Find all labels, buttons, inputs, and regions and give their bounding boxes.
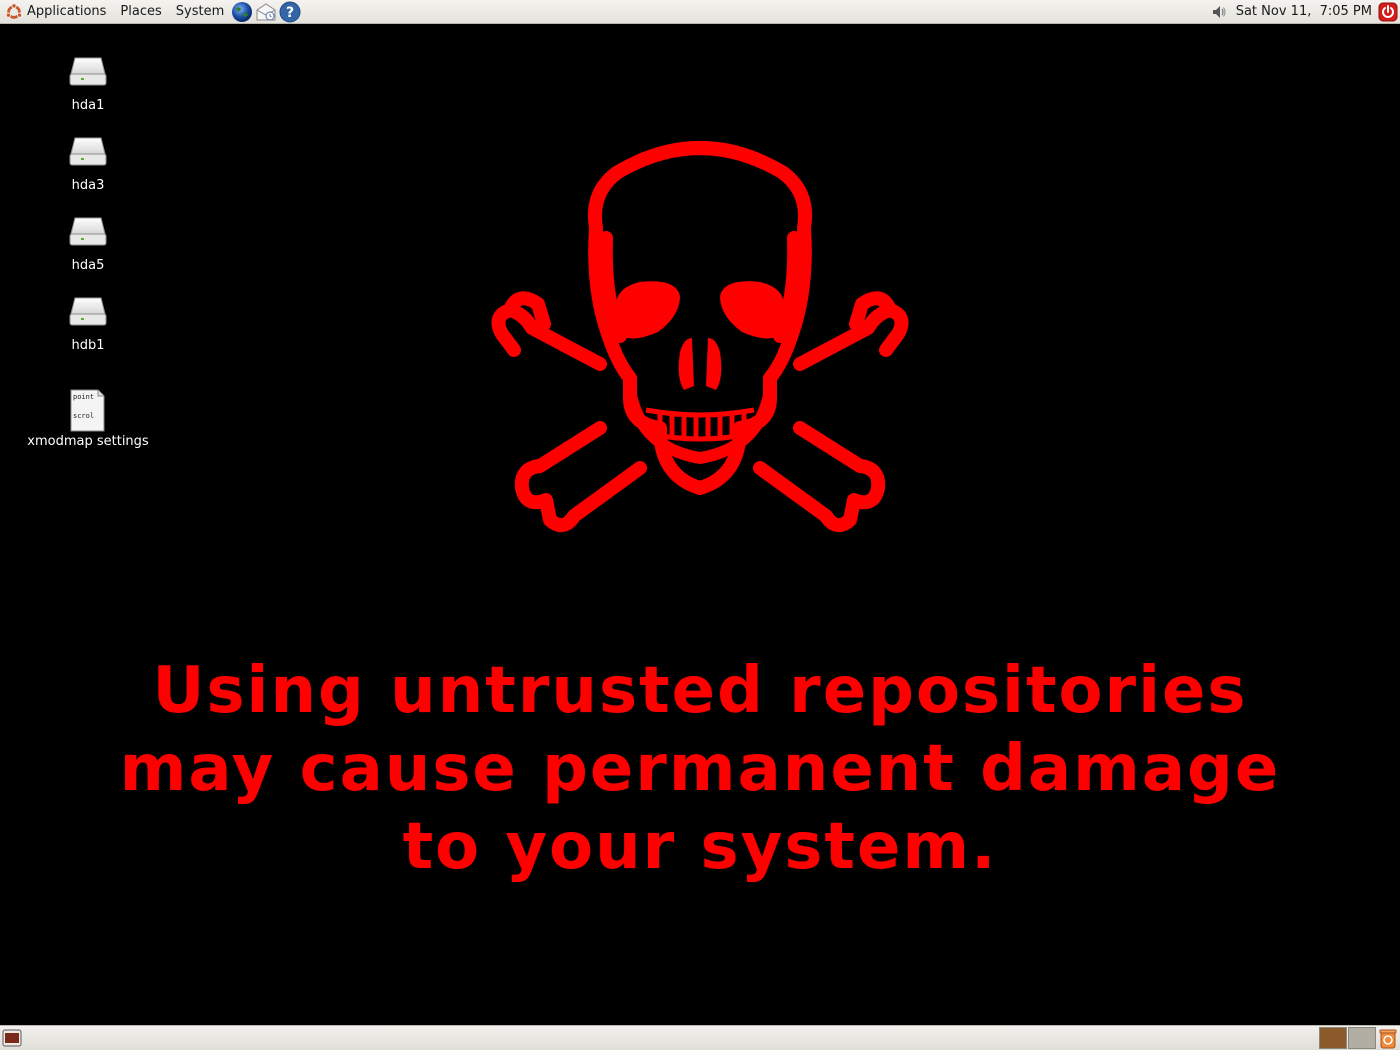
- desktop-icon-label: hda3: [71, 178, 105, 193]
- bottom-panel: [0, 1025, 1400, 1050]
- applications-menu-label: Applications: [27, 3, 107, 19]
- desktop-icon-label: hdb1: [71, 338, 105, 353]
- show-desktop-icon: [2, 1029, 22, 1047]
- drive-icon: [69, 57, 107, 86]
- warning-message: Using untrusted repositories may cause p…: [0, 652, 1400, 886]
- file-preview-line: point: [73, 393, 94, 401]
- workspace-1[interactable]: [1319, 1027, 1347, 1049]
- ubuntu-logo-icon: [5, 2, 23, 19]
- warning-line: to your system.: [402, 810, 998, 884]
- svg-text:?: ?: [286, 5, 294, 21]
- desktop-screen: Applications Places System ? Sat Nov 11,…: [0, 0, 1400, 1050]
- power-icon[interactable]: [1378, 2, 1398, 22]
- workspace-2[interactable]: [1348, 1027, 1376, 1049]
- warning-line: may cause permanent damage: [119, 732, 1281, 806]
- clock[interactable]: Sat Nov 11, 7:05 PM: [1236, 4, 1378, 19]
- trash-icon[interactable]: [1378, 1027, 1398, 1049]
- applications-menu[interactable]: Applications: [0, 0, 113, 24]
- places-menu[interactable]: Places: [113, 0, 168, 24]
- email-client-icon: [256, 2, 276, 20]
- desktop-icon-hda3[interactable]: hda3: [18, 132, 158, 193]
- top-panel: Applications Places System ? Sat Nov 11,…: [0, 0, 1400, 24]
- email-client-launcher[interactable]: [255, 1, 277, 23]
- drive-icon: [69, 297, 107, 326]
- file-preview-line: scrol: [73, 412, 94, 420]
- drive-icon: [69, 217, 107, 246]
- desktop-icon-hda1[interactable]: hda1: [18, 52, 158, 113]
- show-desktop-button[interactable]: [1, 1027, 23, 1049]
- desktop-icon-label: hda5: [71, 258, 105, 273]
- workspace-switcher: [1318, 1027, 1376, 1049]
- help-icon: ?: [279, 1, 301, 22]
- web-browser-launcher[interactable]: [231, 1, 253, 23]
- desktop-icon-label: hda1: [71, 98, 105, 113]
- help-launcher[interactable]: ?: [279, 1, 301, 23]
- volume-icon[interactable]: [1210, 3, 1228, 21]
- web-browser-icon: [232, 1, 253, 22]
- desktop-icon-hdb1[interactable]: hdb1: [18, 292, 158, 353]
- desktop-icon-hda5[interactable]: hda5: [18, 212, 158, 273]
- desktop-icon-xmodmap-settings[interactable]: point scrol xmodmap settings: [18, 388, 158, 449]
- places-menu-label: Places: [120, 3, 162, 19]
- system-menu[interactable]: System: [169, 0, 231, 24]
- warning-line: Using untrusted repositories: [152, 654, 1248, 728]
- desktop-icon-label: xmodmap settings: [27, 434, 149, 449]
- drive-icon: [69, 137, 107, 166]
- system-menu-label: System: [175, 3, 225, 19]
- skull-and-crossbones-graphic: [491, 141, 909, 533]
- notification-area: Sat Nov 11, 7:05 PM: [1210, 0, 1400, 24]
- text-file-icon: point scrol: [70, 389, 105, 432]
